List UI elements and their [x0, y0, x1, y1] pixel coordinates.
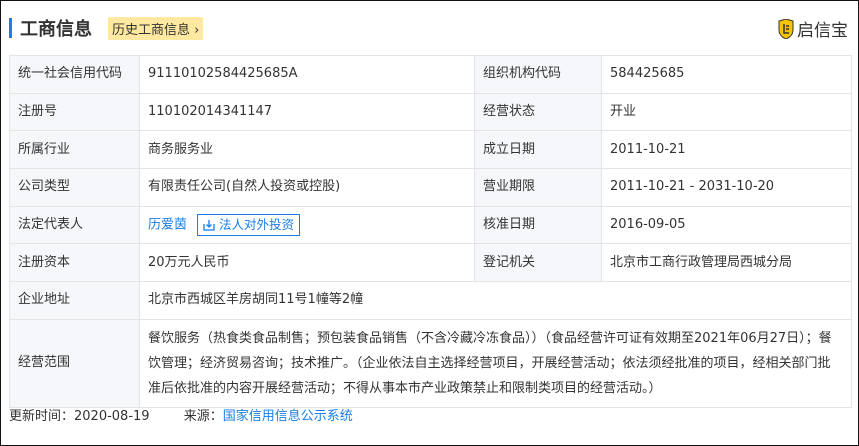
value-text: 91110102584425685A [148, 66, 298, 82]
table-row: 公司类型 有限责任公司(自然人投资或控股) 营业期限 2011-10-21 - 203… [9, 168, 852, 207]
label-cell: 营业期限 [474, 168, 602, 207]
value-cell: 2011-10-21 - 2031-10-20 [601, 168, 852, 207]
value-cell: 历爱茵 法人对外投资 [139, 205, 475, 245]
updated-label: 更新时间： [9, 409, 75, 424]
label-address: 企业地址 [9, 281, 140, 320]
logo: 启信宝 [778, 16, 848, 41]
label-cell: 统一社会信用代码 [9, 55, 140, 94]
label-cell: 成立日期 [474, 130, 602, 170]
updated-date: 2020-08-19 [74, 409, 150, 424]
table-row: 所属行业 商务服务业 成立日期 2011-10-21 [9, 130, 852, 170]
label-cell: 注册号 [9, 92, 140, 132]
table-row: 统一社会信用代码 91110102584425685A 组织机构代码 58442568… [9, 55, 852, 94]
button-label: 法人对外投资 [219, 216, 295, 232]
download-icon [203, 219, 215, 231]
business-info-table: 统一社会信用代码 91110102584425685A 组织机构代码 58442568… [9, 55, 852, 408]
label-scope: 经营范围 [9, 318, 140, 408]
shield-logo-icon [778, 18, 794, 39]
value-text: 商务服务业 [148, 141, 214, 157]
value-cell: 110102014341147 [139, 92, 475, 132]
source-link[interactable]: 国家信用信息公示系统 [223, 409, 353, 424]
logo-text: 启信宝 [797, 21, 848, 41]
section-header: 工商信息 历史工商信息 › [9, 16, 204, 40]
label-cell: 组织机构代码 [474, 55, 602, 94]
label-cell: 公司类型 [9, 168, 140, 207]
value-cell: 有限责任公司(自然人投资或控股) [139, 168, 475, 207]
table-row-address: 企业地址 北京市西城区羊房胡同11号1幢等2幢 [9, 281, 852, 320]
value-cell: 商务服务业 [139, 130, 475, 170]
legal-rep-investment-button[interactable]: 法人对外投资 [197, 213, 301, 236]
chevron-right-icon: › [190, 22, 200, 38]
label-cell: 核准日期 [474, 205, 602, 245]
value-cell: 2016-09-05 [601, 205, 852, 245]
section-title: 工商信息 [20, 19, 92, 40]
label-cell: 登记机关 [474, 243, 602, 283]
label-cell: 经营状态 [474, 92, 602, 132]
legal-rep-link[interactable]: 历爱茵 [148, 217, 187, 232]
value-cell: 北京市工商行政管理局西城分局 [601, 243, 852, 283]
table-row-scope: 经营范围 餐饮服务（热食类食品制售；预包装食品销售（不含冷藏冷冻食品））（食品经… [9, 318, 852, 408]
value-scope: 餐饮服务（热食类食品制售；预包装食品销售（不含冷藏冷冻食品））（食品经营许可证有… [139, 318, 852, 408]
value-text: 110102014341147 [148, 104, 273, 120]
history-label: 历史工商信息 [112, 22, 191, 38]
value-cell: 584425685 [601, 55, 852, 94]
value-text: 20万元人民币 [148, 254, 230, 270]
label-cell: 注册资本 [9, 243, 140, 283]
source-label: 来源： [183, 409, 223, 424]
value-cell: 2011-10-21 [601, 130, 852, 170]
value-address: 北京市西城区羊房胡同11号1幢等2幢 [139, 281, 852, 320]
history-info-button[interactable]: 历史工商信息 › [108, 16, 204, 40]
footer: 更新时间：2020-08-19 来源：国家信用信息公示系统 [9, 405, 357, 424]
table-row: 注册资本 20万元人民币 登记机关 北京市工商行政管理局西城分局 [9, 243, 852, 283]
value-cell: 91110102584425685A [139, 55, 475, 94]
value-cell: 20万元人民币 [139, 243, 475, 283]
table-row: 法定代表人 历爱茵 法人对外投资 核准日期 2016-09-05 [9, 205, 852, 245]
accent-bar [9, 18, 12, 38]
value-cell: 开业 [601, 92, 852, 132]
value-text: 有限责任公司(自然人投资或控股) [148, 179, 341, 195]
table-row: 注册号 110102014341147 经营状态 开业 [9, 92, 852, 132]
label-cell: 法定代表人 [9, 205, 140, 245]
label-cell: 所属行业 [9, 130, 140, 170]
